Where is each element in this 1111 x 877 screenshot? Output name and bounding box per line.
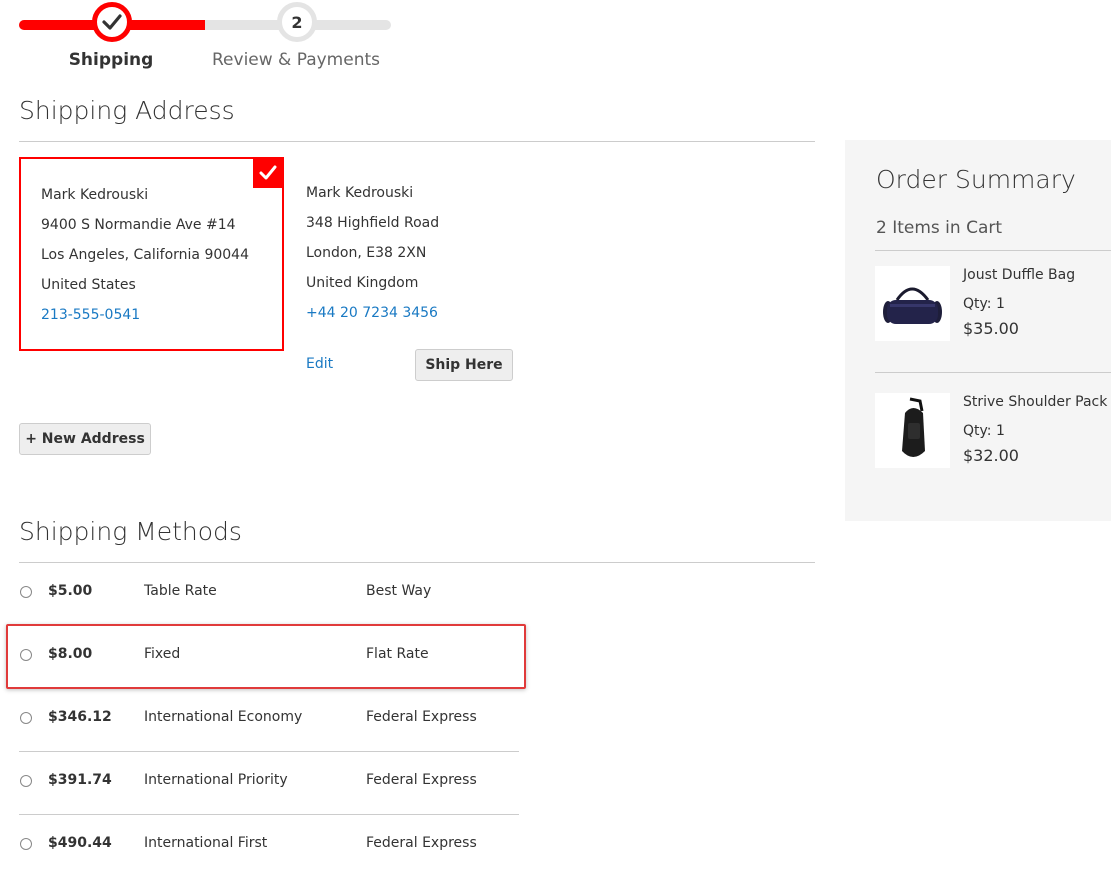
method-carrier: Federal Express xyxy=(366,709,477,725)
address-street: 348 Highfield Road xyxy=(306,215,440,231)
address-city: Los Angeles, California 90044 xyxy=(41,247,249,263)
selected-check-badge xyxy=(253,158,283,188)
shipping-method-row[interactable]: $490.44 International First Federal Expr… xyxy=(19,814,519,877)
method-radio[interactable] xyxy=(20,586,32,598)
method-carrier: Best Way xyxy=(366,583,432,599)
method-carrier: Federal Express xyxy=(366,835,477,851)
address-street: 9400 S Normandie Ave #14 xyxy=(41,217,236,233)
method-price: $346.12 xyxy=(48,709,112,725)
checkmark-icon xyxy=(259,165,277,180)
method-price: $391.74 xyxy=(48,772,112,788)
method-name: International Priority xyxy=(144,772,288,788)
method-radio[interactable] xyxy=(20,775,32,787)
shoulder-pack-image xyxy=(875,393,950,468)
shipping-address-divider xyxy=(19,141,815,142)
duffle-bag-image xyxy=(875,266,950,341)
address-name: Mark Kedrouski xyxy=(306,185,414,201)
method-name: International Economy xyxy=(144,709,303,725)
shipping-address-title: Shipping Address xyxy=(19,96,235,125)
method-price: $5.00 xyxy=(48,583,93,599)
address-country: United States xyxy=(41,277,136,293)
summary-divider xyxy=(875,372,1111,373)
step-review-number: 2 xyxy=(277,2,317,42)
shipping-method-row[interactable]: $346.12 International Economy Federal Ex… xyxy=(19,688,519,751)
address-city: London, E38 2XN xyxy=(306,245,427,261)
method-carrier: Federal Express xyxy=(366,772,477,788)
method-name: Table Rate xyxy=(144,583,217,599)
new-address-button[interactable]: + New Address xyxy=(19,423,151,455)
method-radio[interactable] xyxy=(20,838,32,850)
item-price: $35.00 xyxy=(963,319,1019,338)
step-review-label[interactable]: Review & Payments xyxy=(196,50,396,70)
item-price: $32.00 xyxy=(963,446,1019,465)
step-shipping-complete-badge xyxy=(92,2,132,42)
item-qty: Qty: 1 xyxy=(963,423,1005,439)
shipping-method-row[interactable]: $5.00 Table Rate Best Way xyxy=(19,562,519,625)
shipping-method-row[interactable]: $391.74 International Priority Federal E… xyxy=(19,751,519,814)
shipping-methods-title: Shipping Methods xyxy=(19,517,242,546)
address-name: Mark Kedrouski xyxy=(41,187,149,203)
order-summary-panel: Order Summary 2 Items in Cart Joust Duff… xyxy=(845,140,1111,521)
address-phone-link[interactable]: +44 20 7234 3456 xyxy=(306,298,439,328)
summary-divider xyxy=(875,250,1111,251)
order-summary-title: Order Summary xyxy=(876,165,1076,194)
cart-items-count[interactable]: 2 Items in Cart xyxy=(876,218,1002,238)
address-phone-link[interactable]: 213-555-0541 xyxy=(41,300,249,330)
step-shipping-label: Shipping xyxy=(68,50,154,70)
checkmark-icon xyxy=(102,14,122,30)
method-radio[interactable] xyxy=(20,712,32,724)
item-qty: Qty: 1 xyxy=(963,296,1005,312)
method-price: $490.44 xyxy=(48,835,112,851)
ship-here-button[interactable]: Ship Here xyxy=(415,349,513,381)
highlighted-method-outline xyxy=(6,624,526,689)
item-name: Strive Shoulder Pack xyxy=(963,394,1108,410)
address-country: United Kingdom xyxy=(306,275,419,291)
other-address-card: Mark Kedrouski 348 Highfield Road London… xyxy=(306,178,439,328)
item-name: Joust Duffle Bag xyxy=(963,267,1076,283)
method-name: International First xyxy=(144,835,268,851)
selected-address-card[interactable]: Mark Kedrouski 9400 S Normandie Ave #14 … xyxy=(19,157,284,351)
edit-address-link[interactable]: Edit xyxy=(306,356,333,372)
